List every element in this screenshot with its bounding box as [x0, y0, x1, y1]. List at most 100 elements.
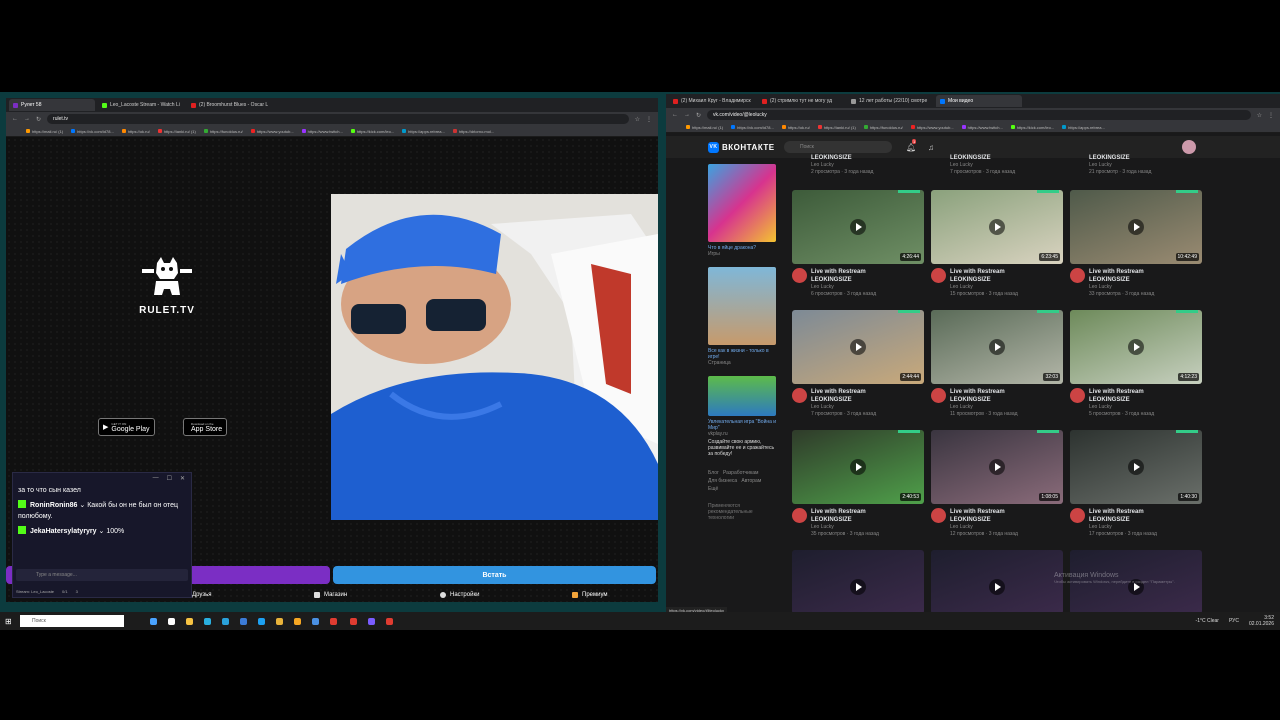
- video-title[interactable]: Live with Restream LEOKINGSIZE: [811, 508, 879, 524]
- play-icon[interactable]: [850, 459, 866, 475]
- weather-widget[interactable]: -1°C Clear: [1196, 618, 1219, 624]
- bookmark[interactable]: https://www.twitch...: [961, 125, 1003, 130]
- opera-icon[interactable]: [350, 617, 357, 625]
- play-icon[interactable]: [989, 579, 1005, 595]
- video-thumbnail[interactable]: 1:40:30: [1070, 430, 1202, 504]
- bookmark[interactable]: https://funoldus.ru/: [203, 129, 243, 134]
- taskbar-app-icon[interactable]: [276, 617, 283, 625]
- right-tab-4[interactable]: Мои видео: [936, 95, 1022, 107]
- bookmark[interactable]: https://ianki.ru/ (1): [817, 125, 856, 130]
- video-thumbnail[interactable]: 32:03: [931, 310, 1063, 384]
- video-title[interactable]: Live with Restream LEOKINGSIZE: [811, 388, 876, 404]
- maximize-icon[interactable]: ☐: [167, 475, 172, 482]
- telegram-icon[interactable]: [222, 617, 229, 625]
- avatar[interactable]: [1070, 508, 1085, 523]
- avatar[interactable]: [931, 268, 946, 283]
- avatar[interactable]: [1070, 268, 1085, 283]
- back-icon[interactable]: ←: [12, 116, 18, 122]
- video-title[interactable]: Live with Restream LEOKINGSIZE: [950, 388, 1018, 404]
- back-icon[interactable]: ←: [672, 112, 678, 118]
- bookmark[interactable]: https://mail.ru/ (1): [26, 129, 63, 134]
- taskbar-app-icon[interactable]: [150, 617, 157, 625]
- bookmark[interactable]: https://vk.com/id78...: [731, 125, 774, 130]
- bookmark[interactable]: https://drlorno.mol...: [452, 129, 494, 134]
- vk-logo[interactable]: VK ВКОНТАКТЕ: [708, 141, 775, 153]
- video-title[interactable]: Live with Restream LEOKINGSIZE: [1089, 268, 1154, 284]
- play-icon[interactable]: [850, 219, 866, 235]
- play-icon[interactable]: [1128, 219, 1144, 235]
- video-thumbnail[interactable]: [931, 550, 1063, 614]
- taskbar-app-icon[interactable]: [240, 617, 247, 625]
- video-title[interactable]: Live with Restream LEOKINGSIZE: [950, 268, 1018, 284]
- footer-link[interactable]: Разработчикам: [723, 470, 759, 476]
- bookmark[interactable]: https://vk.com/id78...: [71, 129, 114, 134]
- play-icon[interactable]: [989, 219, 1005, 235]
- video-thumbnail[interactable]: 2:44:44: [792, 310, 924, 384]
- minimize-icon[interactable]: —: [153, 475, 159, 481]
- video-title[interactable]: Live with Restream LEOKINGSIZE: [1089, 508, 1157, 524]
- video-author[interactable]: Leo Lucky: [811, 284, 876, 291]
- reload-icon[interactable]: ↻: [696, 112, 701, 119]
- video-thumbnail[interactable]: 10:42:49: [1070, 190, 1202, 264]
- avatar[interactable]: [1070, 388, 1085, 403]
- bookmark[interactable]: https://ok.ru/: [121, 129, 150, 134]
- right-tab-1[interactable]: (2) Михаил Круг - Владимирск: [669, 95, 755, 107]
- video-card-top[interactable]: LEOKINGSIZE Leo Lucky 2 просмотра · 3 года…: [792, 150, 924, 176]
- video-title[interactable]: Live with Restream LEOKINGSIZE: [811, 268, 876, 284]
- taskbar-app-icon[interactable]: [386, 617, 393, 625]
- video-thumbnail[interactable]: 1:08:05: [931, 430, 1063, 504]
- bookmark[interactable]: https://mail.ru/ (1): [686, 125, 723, 130]
- ad-3[interactable]: Увлекательная игра "Война и Мир" vkplay.…: [708, 376, 780, 457]
- video-card[interactable]: 2:44:44 Live with Restream LEOKINGSIZE Leo …: [792, 310, 924, 418]
- forward-icon[interactable]: →: [24, 116, 30, 122]
- taskbar-app-icon[interactable]: [204, 617, 211, 625]
- bookmark[interactable]: https://funoldus.ru/: [863, 125, 903, 130]
- bookmark[interactable]: https://ok.ru/: [781, 125, 810, 130]
- left-tab-2[interactable]: Leo_Lacoste Stream - Watch Li: [98, 99, 184, 111]
- taskbar-app-icon[interactable]: [258, 617, 265, 625]
- google-play-button[interactable]: ▶ GET IT ON Google Play: [98, 418, 155, 436]
- right-url-input[interactable]: vk.com/video/@leolucky: [707, 110, 1251, 120]
- bookmark[interactable]: https://www.youtub...: [910, 125, 954, 130]
- video-title[interactable]: Live with Restream LEOKINGSIZE: [1089, 388, 1154, 404]
- footer-link[interactable]: Ещё: [708, 486, 718, 492]
- play-icon[interactable]: [850, 339, 866, 355]
- video-card-top[interactable]: LEOKINGSIZE Leo Lucky 21 просмотр · 3 года…: [1070, 150, 1202, 176]
- video-author[interactable]: Leo Lucky: [811, 404, 876, 411]
- avatar[interactable]: [792, 388, 807, 403]
- left-url-input[interactable]: rulet.tv: [47, 114, 629, 124]
- video-card[interactable]: 4:26:44 Live with Restream LEOKINGSIZE Leo …: [792, 190, 924, 298]
- taskbar-app-icon[interactable]: [168, 617, 175, 625]
- video-card-top[interactable]: LEOKINGSIZE Leo Lucky 7 просмотров · 3 год…: [931, 150, 1063, 176]
- video-thumbnail[interactable]: 6:23:45: [931, 190, 1063, 264]
- play-icon[interactable]: [989, 459, 1005, 475]
- star-icon[interactable]: ☆: [635, 116, 640, 123]
- video-thumbnail[interactable]: 4:26:44: [792, 190, 924, 264]
- nav-shop[interactable]: Магазин: [314, 591, 347, 598]
- play-icon[interactable]: [850, 579, 866, 595]
- bookmark[interactable]: https://apps.rebrea...: [402, 129, 445, 134]
- reload-icon[interactable]: ↻: [36, 116, 41, 123]
- left-tab-3[interactable]: (2) Broomhurst Blues - Oscar L: [187, 99, 273, 111]
- avatar[interactable]: [792, 508, 807, 523]
- nav-settings[interactable]: Настройки: [440, 591, 479, 598]
- folder-icon[interactable]: [186, 617, 193, 625]
- bookmark[interactable]: https://kick.com/leo...: [350, 129, 394, 134]
- video-author[interactable]: Leo Lucky: [950, 524, 1018, 531]
- video-author[interactable]: Leo Lucky: [1089, 524, 1157, 531]
- video-title[interactable]: Live with Restream LEOKINGSIZE: [950, 508, 1018, 524]
- right-tab-2[interactable]: (2) стримлю тут не могу уд: [758, 95, 844, 107]
- play-icon[interactable]: [1128, 459, 1144, 475]
- video-thumbnail[interactable]: 4:12:23: [1070, 310, 1202, 384]
- play-icon[interactable]: [989, 339, 1005, 355]
- video-card[interactable]: 10:42:49 Live with Restream LEOKINGSIZE Leo…: [1070, 190, 1202, 298]
- video-card[interactable]: 1:08:05 Live with Restream LEOKINGSIZE Leo …: [931, 430, 1063, 538]
- bookmark[interactable]: https://apps.rebrea...: [1062, 125, 1105, 130]
- nav-premium[interactable]: Премиум: [572, 591, 608, 598]
- taskbar-app-icon[interactable]: [312, 617, 319, 625]
- taskbar-search[interactable]: Поиск: [20, 615, 124, 627]
- video-card[interactable]: 2:40:53 Live with Restream LEOKINGSIZE Leo …: [792, 430, 924, 538]
- avatar[interactable]: [931, 508, 946, 523]
- footer-link[interactable]: Для бизнеса: [708, 478, 737, 484]
- ad-2[interactable]: Все как в жизни - только в игре! Страниц…: [708, 267, 780, 366]
